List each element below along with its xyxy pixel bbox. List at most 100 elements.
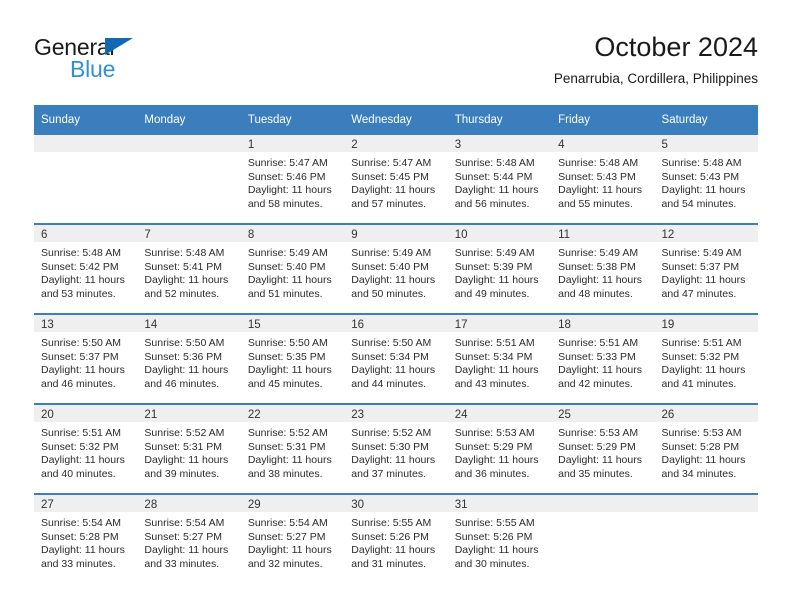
calendar-day-cell[interactable]: 20 Sunrise: 5:51 AM Sunset: 5:32 PM Dayligh… [34,403,138,494]
calendar-day-cell[interactable]: 13 Sunrise: 5:50 AM Sunset: 5:37 PM Dayligh… [34,313,138,404]
sunset-text: Sunset: 5:31 PM [144,440,223,453]
sunrise-text: Sunrise: 5:53 AM [661,427,742,439]
day-number: 22 [240,405,345,422]
sunrise-text: Sunrise: 5:53 AM [558,427,639,439]
calendar-day-cell[interactable]: 12 Sunrise: 5:49 AM Sunset: 5:37 PM Dayligh… [654,223,758,314]
calendar-day-cell[interactable]: 16 Sunrise: 5:50 AM Sunset: 5:34 PM Dayligh… [344,313,448,404]
sunset-text: Sunset: 5:36 PM [144,350,223,363]
calendar-day-cell[interactable]: 3 Sunrise: 5:48 AM Sunset: 5:44 PM Daylight… [447,135,552,224]
daylight-text-line1: Daylight: 11 hours [661,274,746,287]
daylight-text-line2: and 31 minutes. [351,557,426,570]
sunrise-text: Sunrise: 5:52 AM [247,427,328,439]
weekday-header-sunday: Sunday [34,105,138,135]
day-cell-content: 12 Sunrise: 5:49 AM Sunset: 5:37 PM Dayligh… [654,225,758,313]
day-sun-info: Sunrise: 5:49 AM Sunset: 5:37 PM Daylight:… [655,242,758,301]
daylight-text-line1: Daylight: 11 hours [351,364,436,377]
calendar-day-cell[interactable]: 18 Sunrise: 5:51 AM Sunset: 5:33 PM Dayligh… [551,313,655,404]
day-sun-info: Sunrise: 5:50 AM Sunset: 5:37 PM Daylight:… [34,332,137,391]
day-number: 15 [240,315,345,332]
calendar-day-cell[interactable]: 31 Sunrise: 5:55 AM Sunset: 5:26 PM Dayligh… [447,493,552,583]
calendar-day-cell[interactable]: 6 Sunrise: 5:48 AM Sunset: 5:42 PM Daylight… [34,223,138,314]
calendar-day-cell[interactable]: 9 Sunrise: 5:49 AM Sunset: 5:40 PM Daylight… [344,223,448,314]
day-cell-content: 15 Sunrise: 5:50 AM Sunset: 5:35 PM Dayligh… [240,315,345,403]
calendar-day-cell[interactable]: 19 Sunrise: 5:51 AM Sunset: 5:32 PM Dayligh… [654,313,758,404]
calendar-day-cell[interactable]: 10 Sunrise: 5:49 AM Sunset: 5:39 PM Dayligh… [447,223,552,314]
day-sun-info: Sunrise: 5:52 AM Sunset: 5:30 PM Daylight:… [344,422,447,481]
day-sun-info: Sunrise: 5:49 AM Sunset: 5:39 PM Daylight:… [448,242,551,301]
weekday-header-thursday: Thursday [447,105,552,135]
sunrise-text: Sunrise: 5:50 AM [144,337,225,349]
daylight-text-line1: Daylight: 11 hours [351,454,436,467]
sunrise-text: Sunrise: 5:49 AM [351,247,432,259]
daylight-text-line2: and 36 minutes. [454,467,530,480]
calendar-day-cell[interactable]: 8 Sunrise: 5:49 AM Sunset: 5:40 PM Daylight… [240,223,345,314]
day-cell-content: 2 Sunrise: 5:47 AM Sunset: 5:45 PM Daylight… [344,135,448,223]
calendar-day-cell[interactable]: 4 Sunrise: 5:48 AM Sunset: 5:43 PM Daylight… [551,135,655,224]
page-subtitle: Penarrubia, Cordillera, Philippines [553,71,758,86]
calendar-day-cell[interactable]: 14 Sunrise: 5:50 AM Sunset: 5:36 PM Dayligh… [137,313,241,404]
day-cell-content: 18 Sunrise: 5:51 AM Sunset: 5:33 PM Dayligh… [551,315,655,403]
weekday-header-wednesday: Wednesday [344,105,448,135]
daylight-text-line1: Daylight: 11 hours [247,544,332,557]
sunrise-text: Sunrise: 5:49 AM [558,247,639,259]
sunset-text: Sunset: 5:32 PM [41,440,119,453]
calendar-day-cell[interactable]: 22 Sunrise: 5:52 AM Sunset: 5:31 PM Dayligh… [240,403,345,494]
calendar-day-cell[interactable]: 11 Sunrise: 5:49 AM Sunset: 5:38 PM Dayligh… [551,223,655,314]
day-sun-info: Sunrise: 5:53 AM Sunset: 5:29 PM Daylight:… [551,422,654,481]
calendar-day-cell[interactable]: 25 Sunrise: 5:53 AM Sunset: 5:29 PM Dayligh… [551,403,655,494]
daylight-text-line1: Daylight: 11 hours [558,274,642,287]
day-number: 4 [551,135,655,152]
daylight-text-line2: and 37 minutes. [351,467,426,480]
sunrise-text: Sunrise: 5:55 AM [351,517,432,529]
day-sun-info: Sunrise: 5:52 AM Sunset: 5:31 PM Daylight:… [137,422,240,481]
daylight-text-line2: and 47 minutes. [661,287,737,300]
day-number: 29 [240,495,345,512]
daylight-text-line2: and 38 minutes. [247,467,323,480]
calendar-day-cell[interactable]: 1 Sunrise: 5:47 AM Sunset: 5:46 PM Daylight… [240,135,345,224]
sunset-text: Sunset: 5:27 PM [144,530,223,543]
general-blue-logo: General Blue [34,34,164,86]
calendar-day-cell[interactable]: 30 Sunrise: 5:55 AM Sunset: 5:26 PM Dayligh… [344,493,448,583]
logo-text-blue: Blue [70,56,116,82]
calendar-day-cell[interactable]: 28 Sunrise: 5:54 AM Sunset: 5:27 PM Dayligh… [137,493,241,583]
daylight-text-line2: and 50 minutes. [351,287,426,300]
day-sun-info: Sunrise: 5:49 AM Sunset: 5:40 PM Daylight:… [344,242,447,301]
sunrise-text: Sunrise: 5:53 AM [454,427,535,439]
calendar-day-cell[interactable]: 5 Sunrise: 5:48 AM Sunset: 5:43 PM Daylight… [654,135,758,224]
calendar-day-cell[interactable]: 24 Sunrise: 5:53 AM Sunset: 5:29 PM Dayligh… [447,403,552,494]
day-cell-content: 6 Sunrise: 5:48 AM Sunset: 5:42 PM Daylight… [34,225,138,313]
calendar-day-cell[interactable]: 2 Sunrise: 5:47 AM Sunset: 5:45 PM Daylight… [344,135,448,224]
sunrise-text: Sunrise: 5:51 AM [661,337,742,349]
day-cell-content: 25 Sunrise: 5:53 AM Sunset: 5:29 PM Dayligh… [551,405,655,493]
day-cell-content: 26 Sunrise: 5:53 AM Sunset: 5:28 PM Dayligh… [654,405,758,493]
day-number: 6 [34,225,138,242]
calendar-day-cell[interactable]: 17 Sunrise: 5:51 AM Sunset: 5:34 PM Dayligh… [447,313,552,404]
daylight-text-line2: and 39 minutes. [144,467,220,480]
calendar-day-cell[interactable]: 27 Sunrise: 5:54 AM Sunset: 5:28 PM Dayligh… [34,493,138,583]
day-sun-info: Sunrise: 5:48 AM Sunset: 5:43 PM Daylight:… [551,152,654,211]
day-number: 20 [34,405,138,422]
day-sun-info: Sunrise: 5:48 AM Sunset: 5:43 PM Daylight:… [655,152,758,211]
day-sun-info: Sunrise: 5:50 AM Sunset: 5:34 PM Daylight:… [344,332,447,391]
daylight-text-line2: and 32 minutes. [247,557,323,570]
calendar-day-cell[interactable]: 26 Sunrise: 5:53 AM Sunset: 5:28 PM Dayligh… [654,403,758,494]
calendar-day-cell[interactable]: 21 Sunrise: 5:52 AM Sunset: 5:31 PM Dayligh… [137,403,241,494]
calendar-day-cell[interactable]: 29 Sunrise: 5:54 AM Sunset: 5:27 PM Dayligh… [240,493,345,583]
daylight-text-line2: and 34 minutes. [661,467,737,480]
weekday-header-monday: Monday [137,105,241,135]
calendar-day-cell[interactable]: 23 Sunrise: 5:52 AM Sunset: 5:30 PM Dayligh… [344,403,448,494]
sunrise-text: Sunrise: 5:50 AM [41,337,121,349]
daylight-text-line2: and 46 minutes. [144,377,220,390]
calendar-day-cell[interactable]: 15 Sunrise: 5:50 AM Sunset: 5:35 PM Dayligh… [240,313,345,404]
day-cell-content: 4 Sunrise: 5:48 AM Sunset: 5:43 PM Daylight… [551,135,655,223]
day-number: 27 [34,495,138,512]
daylight-text-line2: and 45 minutes. [247,377,323,390]
calendar-week-row: 20 Sunrise: 5:51 AM Sunset: 5:32 PM Dayligh… [34,403,758,494]
day-sun-info: Sunrise: 5:53 AM Sunset: 5:29 PM Daylight:… [448,422,551,481]
calendar-day-cell[interactable]: 7 Sunrise: 5:48 AM Sunset: 5:41 PM Daylight… [137,223,241,314]
sunset-text: Sunset: 5:43 PM [558,170,636,183]
day-number [551,495,655,512]
sunrise-text: Sunrise: 5:55 AM [454,517,535,529]
daylight-text-line1: Daylight: 11 hours [247,454,332,467]
sunrise-text: Sunrise: 5:54 AM [247,517,328,529]
